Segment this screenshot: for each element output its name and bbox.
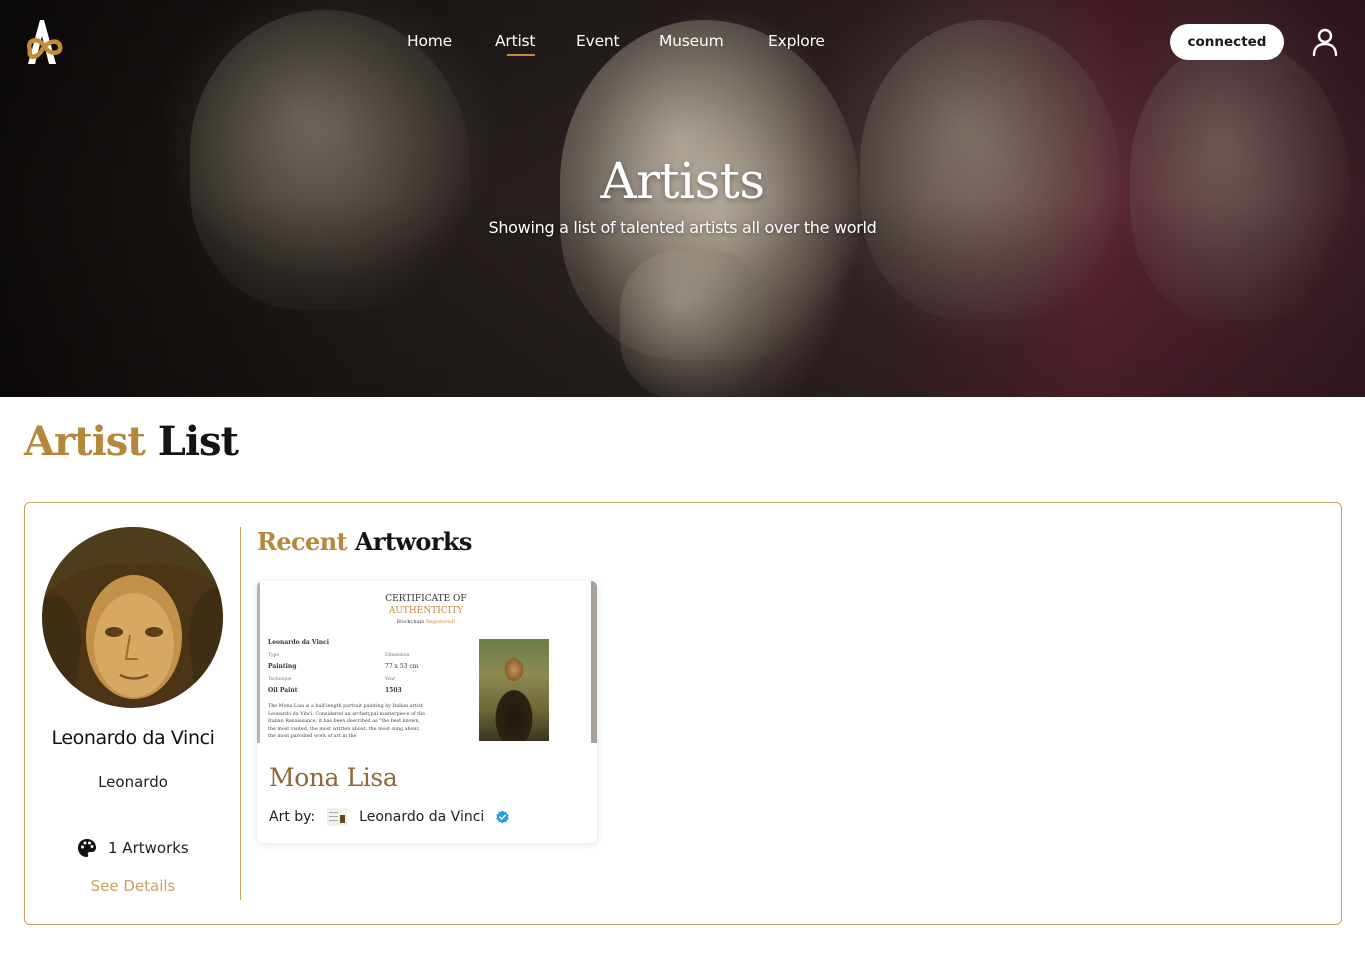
user-icon[interactable] [1310,27,1340,57]
certificate-year: 1503 [385,687,402,694]
artwork-card[interactable]: CERTIFICATE OF AUTHENTICITY Blockchain R… [257,581,597,843]
certificate-artist: Leonardo da Vinci [268,639,330,646]
see-details-link[interactable]: See Details [25,877,241,895]
certificate-heading-line-1: CERTIFICATE OF [385,594,467,604]
certificate-heading-line-2: AUTHENTICITY [388,606,464,616]
certificate-description: The Mona Lisa is a half-length portrait … [268,704,425,740]
artwork-byline: Art by: Leonardo da Vinci [269,807,510,827]
verified-badge-icon [496,809,509,823]
artwork-by-label: Art by: [269,809,316,825]
connect-wallet-button[interactable]: connected [1170,24,1284,60]
recent-title-accent: Recent [257,527,348,556]
artist-mini-avatar [327,808,348,826]
artwork-certificate-image: CERTIFICATE OF AUTHENTICITY Blockchain R… [257,581,597,743]
certificate-chain: Blockchain Registered! [370,619,482,625]
certificate-dimension: 77 x 53 cm [385,663,419,670]
certificate-heading: CERTIFICATE OF AUTHENTICITY [370,593,482,617]
artist-avatar-portrait [42,527,223,708]
certificate-painting-image [479,639,549,741]
page-subtitle: Showing a list of talented artists all o… [488,218,877,237]
nav-home[interactable]: Home [407,31,452,51]
certificate-year-label: Year [385,677,396,682]
artist-username: Leonardo [98,773,168,791]
artworks-count-label: 1 Artworks [108,839,189,857]
artwork-title: Mona Lisa [269,763,398,792]
page-title: Artists [600,152,765,210]
certificate-type-label: Type [268,653,280,658]
nav-artist[interactable]: Artist [495,31,536,56]
nav-museum[interactable]: Museum [659,31,724,51]
section-title-accent: Artist [24,418,146,465]
hero-banner: Home Artist Event Museum Explore connect… [0,0,1365,397]
certificate-chain-label: Blockchain [396,619,425,625]
nav-explore[interactable]: Explore [768,31,825,51]
certificate-chain-status: Registered! [425,619,456,625]
artist-card: Leonardo da Vinci Leonardo 1 Artworks Se… [24,502,1342,925]
artist-avatar [42,527,223,708]
artworks-count: 1 Artworks [77,837,189,859]
logo-icon[interactable] [22,16,66,68]
recent-title-rest: Artworks [354,527,473,556]
certificate-type: Painting [268,663,297,670]
certificate-technique-label: Technique [268,677,292,682]
certificate-technique: Oil Paint [268,687,298,694]
nav-event[interactable]: Event [576,31,620,51]
certificate-dimension-label: Dimension [385,653,410,658]
section-title-rest: List [157,418,239,465]
palette-icon [78,839,96,857]
artist-name: Leonardo da Vinci [51,727,215,749]
artwork-artist-name[interactable]: Leonardo da Vinci [359,809,484,825]
section-title: Artist List [24,418,239,465]
recent-artworks-title: Recent Artworks [257,527,472,556]
vertical-divider [240,527,241,900]
